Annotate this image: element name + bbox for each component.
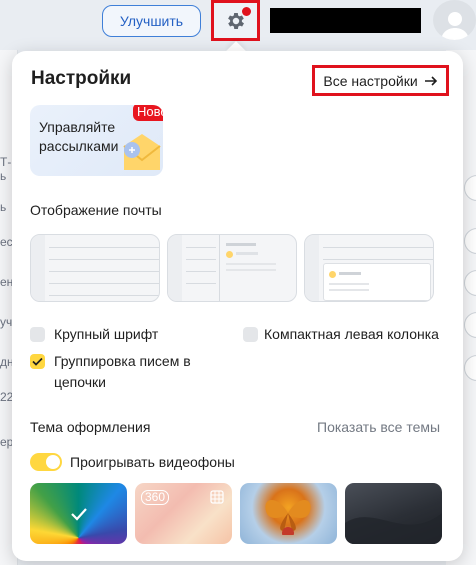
theme-label: Тема оформления bbox=[30, 419, 151, 435]
upgrade-button[interactable]: Улучшить bbox=[102, 5, 201, 37]
large-font-label: Крупный шрифт bbox=[54, 326, 159, 342]
colorful-fan-theme[interactable] bbox=[30, 483, 127, 544]
user-avatar-icon bbox=[440, 12, 469, 40]
list-layout-option[interactable] bbox=[30, 234, 160, 302]
video-background-label: Проигрывать видеофоны bbox=[70, 454, 235, 470]
mail-display-label: Отображение почты bbox=[30, 202, 162, 218]
all-settings-link[interactable]: Все настройки bbox=[312, 65, 449, 96]
butterfly-theme[interactable] bbox=[240, 483, 337, 544]
settings-button[interactable] bbox=[211, 0, 260, 41]
dark-theme[interactable] bbox=[345, 483, 442, 544]
avatar[interactable] bbox=[433, 0, 476, 40]
compact-left-column-label: Компактная левая колонка bbox=[264, 326, 439, 342]
dark-wave-decoration bbox=[345, 513, 442, 544]
360-badge: 360 bbox=[141, 490, 170, 505]
settings-panel: Настройки Все настройки Управляйте рассы… bbox=[12, 51, 463, 561]
large-font-checkbox[interactable] bbox=[30, 327, 45, 342]
butterfly-icon bbox=[265, 500, 311, 535]
panel-title: Настройки bbox=[31, 68, 132, 89]
360-theme[interactable]: 360 bbox=[135, 483, 232, 544]
new-badge: Новое bbox=[133, 105, 163, 121]
envelope-icon bbox=[123, 134, 161, 170]
checkmark-icon bbox=[32, 357, 43, 366]
film-icon bbox=[210, 490, 224, 504]
notification-dot bbox=[242, 7, 251, 16]
show-all-themes-link[interactable]: Показать все темы bbox=[317, 419, 440, 435]
thread-grouping-label: Группировка писем в цепочки bbox=[54, 353, 191, 390]
checkmark-icon bbox=[71, 508, 87, 521]
three-pane-layout-option[interactable] bbox=[304, 234, 434, 302]
manage-subscriptions-promo[interactable]: Управляйте рассылками Новое bbox=[30, 105, 163, 176]
thread-grouping-checkbox[interactable] bbox=[30, 354, 45, 369]
arrow-right-icon bbox=[424, 75, 437, 86]
redacted-account-name bbox=[270, 8, 421, 33]
video-background-toggle[interactable] bbox=[30, 453, 62, 471]
all-settings-label: Все настройки bbox=[323, 72, 418, 89]
compact-left-column-checkbox[interactable] bbox=[243, 327, 258, 342]
two-pane-layout-option[interactable] bbox=[167, 234, 297, 302]
